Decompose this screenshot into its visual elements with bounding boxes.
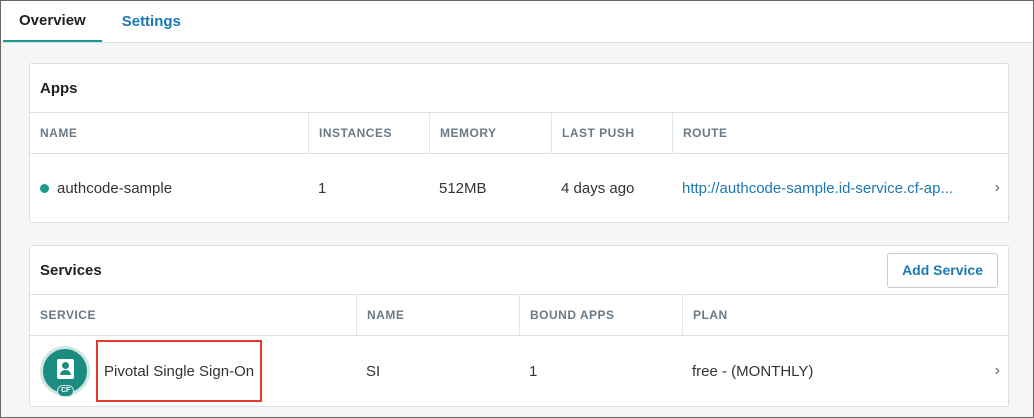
- status-dot-icon: [40, 183, 49, 193]
- add-service-button[interactable]: Add Service: [887, 252, 998, 288]
- col-instances[interactable]: INSTANCES: [308, 113, 429, 153]
- chevron-right-icon[interactable]: ›: [995, 362, 1000, 380]
- app-last-push: 4 days ago: [561, 179, 635, 197]
- app-name-cell: authcode-sample: [30, 154, 308, 222]
- service-instance-name: SI: [366, 362, 381, 380]
- apps-card-header: Apps: [30, 64, 1008, 113]
- service-cell: CF Pivotal Single Sign-On: [30, 336, 356, 406]
- apps-table-header: NAME INSTANCES MEMORY LAST PUSH ROUTE: [30, 113, 1008, 154]
- service-plan: free - (MONTHLY): [692, 362, 814, 380]
- col-bound-apps[interactable]: BOUND APPS: [519, 295, 682, 335]
- tab-settings[interactable]: Settings: [102, 1, 197, 42]
- col-route[interactable]: ROUTE: [672, 113, 1008, 153]
- cf-badge: CF: [57, 385, 75, 397]
- services-title: Services: [40, 261, 102, 279]
- app-route-link[interactable]: http://authcode-sample.id-service.cf-ap.…: [682, 180, 953, 197]
- service-label[interactable]: Pivotal Single Sign-On: [104, 363, 254, 380]
- chevron-right-icon[interactable]: ›: [995, 179, 1000, 197]
- services-table-header: SERVICE NAME BOUND APPS PLAN: [30, 295, 1008, 336]
- service-bound-apps: 1: [529, 362, 538, 380]
- col-memory[interactable]: MEMORY: [429, 113, 551, 153]
- col-name[interactable]: NAME: [30, 113, 308, 153]
- services-card-header: Services Add Service: [30, 246, 1008, 295]
- app-frame: Overview Settings Apps NAME INSTANCES ME…: [0, 0, 1034, 418]
- app-route-cell: http://authcode-sample.id-service.cf-ap.…: [672, 154, 980, 222]
- col-plan[interactable]: PLAN: [682, 295, 1008, 335]
- sso-service-icon: CF: [40, 346, 90, 397]
- apps-card: Apps NAME INSTANCES MEMORY LAST PUSH ROU…: [29, 63, 1009, 223]
- tab-bar: Overview Settings: [1, 1, 1033, 43]
- col-service-name[interactable]: NAME: [356, 295, 519, 335]
- tab-overview[interactable]: Overview: [3, 1, 102, 42]
- table-row[interactable]: CF Pivotal Single Sign-On SI 1 free - (M…: [30, 336, 1008, 406]
- col-last-push[interactable]: LAST PUSH: [551, 113, 672, 153]
- app-name[interactable]: authcode-sample: [57, 180, 172, 197]
- highlight-box: Pivotal Single Sign-On: [96, 340, 263, 402]
- col-service[interactable]: SERVICE: [30, 295, 356, 335]
- user-badge-icon: [57, 359, 74, 379]
- table-row[interactable]: authcode-sample 1 512MB 4 days ago http:…: [30, 154, 1008, 222]
- services-card: Services Add Service SERVICE NAME BOUND …: [29, 245, 1009, 407]
- app-instances: 1: [318, 179, 327, 197]
- app-memory: 512MB: [439, 179, 487, 197]
- apps-title: Apps: [40, 79, 78, 97]
